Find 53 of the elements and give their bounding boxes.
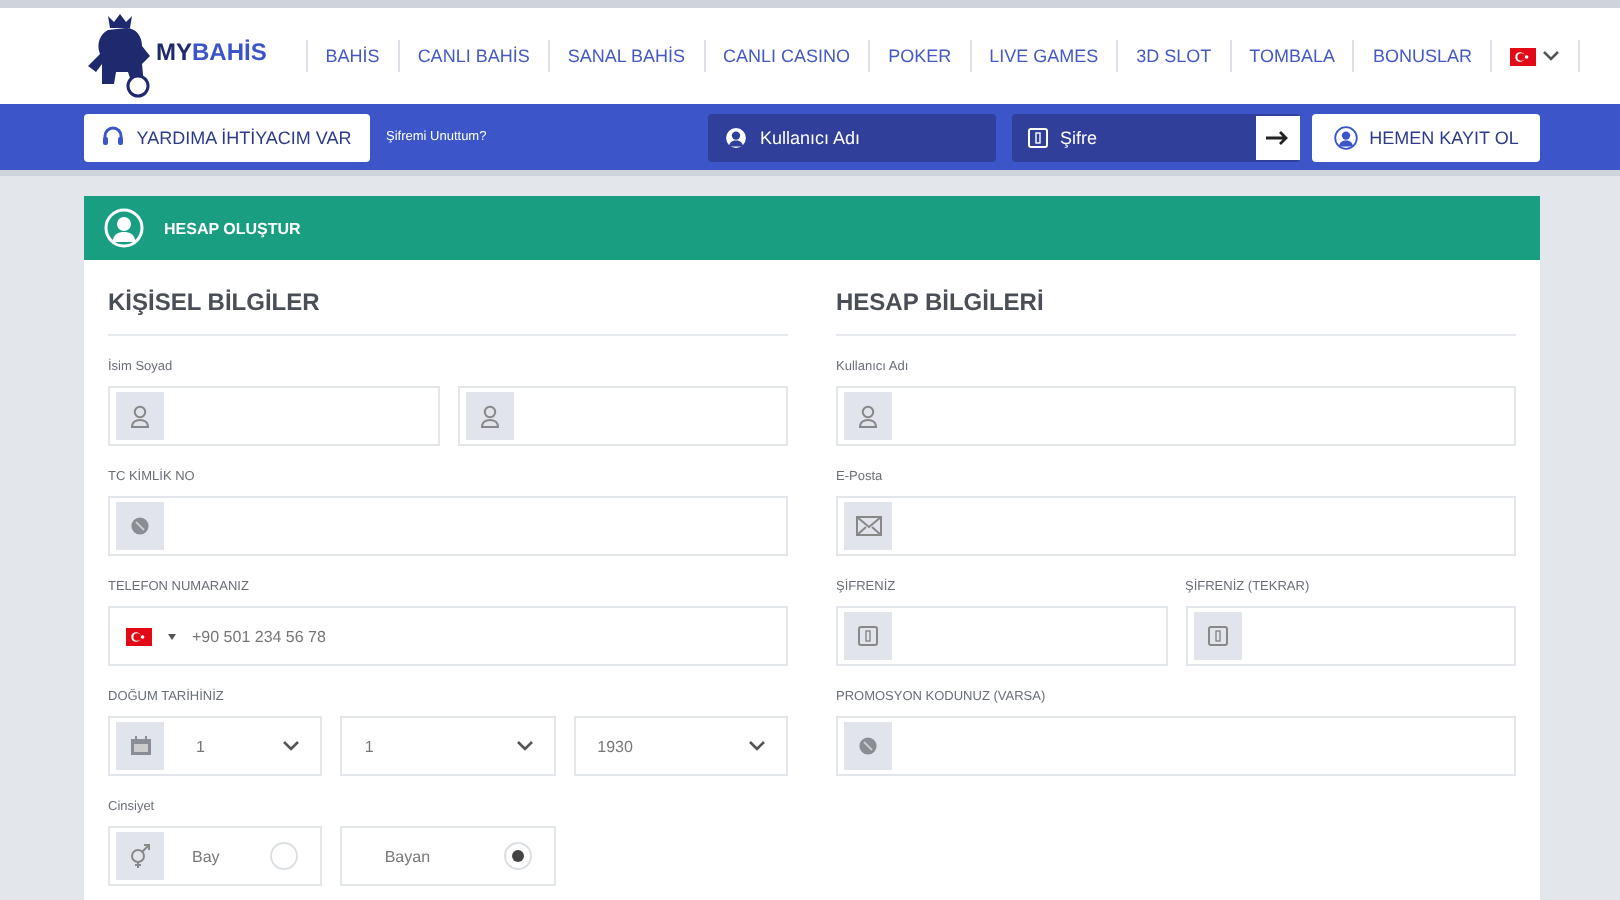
- caret-icon: [168, 633, 176, 639]
- mail-icon: [855, 516, 881, 536]
- section-heading: KİŞİSEL BİLGİLER: [108, 288, 788, 336]
- input-field[interactable]: [836, 496, 1516, 556]
- select-field[interactable]: 1930: [573, 716, 788, 776]
- nav-link[interactable]: 3D SLOT: [1116, 40, 1230, 72]
- user-icon: [1333, 125, 1358, 149]
- select-field[interactable]: 1: [340, 716, 556, 776]
- chevron-down-icon: [748, 740, 766, 752]
- help-button[interactable]: YARDIMA İHTİYACIM VAR: [84, 113, 370, 161]
- radio-button[interactable]: [503, 842, 532, 870]
- input-field[interactable]: [1185, 606, 1516, 666]
- nav-link[interactable]: SANAL BAHİS: [547, 40, 704, 72]
- logo-text: MYBAHİS: [156, 38, 267, 66]
- password-field[interactable]: Şifre: [1012, 113, 1300, 161]
- nav-link[interactable]: BAHİS: [305, 40, 398, 72]
- chevron-down-icon: [282, 740, 301, 752]
- nav-link[interactable]: CANLI CASINO: [703, 40, 869, 72]
- radio-button[interactable]: [270, 842, 299, 870]
- card-title: HESAP OLUŞTUR: [164, 219, 301, 237]
- chevron-down-icon: [515, 740, 534, 752]
- phone-field[interactable]: +90 501 234 56 78: [108, 606, 788, 666]
- calendar-icon: [129, 736, 151, 756]
- user-icon: [104, 208, 144, 248]
- input-field[interactable]: [108, 386, 439, 446]
- headset-icon: [102, 126, 125, 148]
- input-field[interactable]: [836, 716, 1516, 776]
- flag-icon: [1510, 47, 1536, 65]
- user-icon: [479, 404, 499, 428]
- username-field[interactable]: Kullanıcı Adı: [708, 113, 996, 161]
- radio-option[interactable]: Bayan: [340, 826, 556, 886]
- nav-link[interactable]: CANLI BAHİS: [397, 40, 548, 72]
- nav-link[interactable]: POKER: [868, 40, 970, 72]
- user-icon: [130, 404, 150, 428]
- radio-option[interactable]: Bay: [108, 826, 323, 886]
- section-heading: HESAP BİLGİLERİ: [836, 288, 1516, 336]
- login-button[interactable]: [1256, 115, 1300, 159]
- gender-icon: [128, 844, 152, 868]
- input-field[interactable]: [836, 606, 1167, 666]
- arrow-right-icon: [1266, 129, 1290, 145]
- user-icon: [724, 125, 748, 149]
- nav-link[interactable]: TOMBALA: [1229, 40, 1353, 72]
- nav-link[interactable]: LIVE GAMES: [969, 40, 1117, 72]
- language-selector[interactable]: [1490, 40, 1580, 72]
- input-field[interactable]: [457, 386, 788, 446]
- input-field[interactable]: [836, 386, 1516, 446]
- flag-icon: [126, 627, 152, 645]
- select-field[interactable]: 1: [108, 716, 323, 776]
- chevron-down-icon: [1542, 50, 1560, 62]
- input-field[interactable]: [108, 496, 788, 556]
- register-button[interactable]: HEMEN KAYIT OL: [1312, 113, 1540, 161]
- nav-link[interactable]: BONUSLAR: [1352, 40, 1490, 72]
- user-icon: [858, 404, 878, 428]
